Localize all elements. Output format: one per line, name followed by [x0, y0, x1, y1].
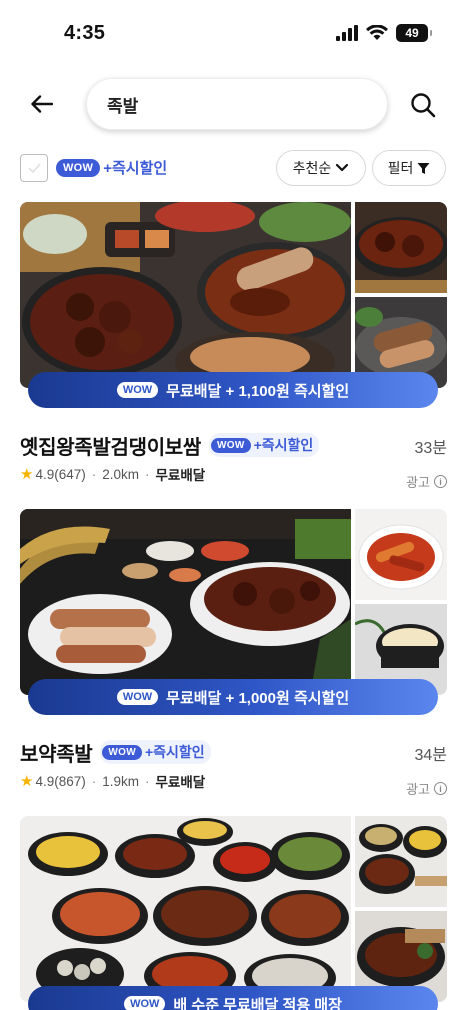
store-photo-main — [20, 202, 351, 388]
promo-banner: WOW 무료배달 + 1,100원 즉시할인 — [28, 372, 438, 408]
status-time: 4:35 — [64, 22, 106, 44]
promo-text: 무료배달 + 1,000원 즉시할인 — [166, 689, 350, 707]
separator-dot: · — [91, 466, 97, 482]
rating: 4.9 — [35, 773, 55, 789]
ad-label[interactable]: 광고 i — [406, 779, 447, 798]
filter-row: WOW +즉시할인 추천순 필터 — [0, 150, 466, 188]
promo-wow-badge: WOW — [116, 689, 159, 705]
delivery-fee: 무료배달 — [155, 468, 206, 483]
promo-wow-badge: WOW — [116, 382, 159, 398]
wow-discount-text: +즉시할인 — [103, 160, 168, 177]
signal-icon — [336, 25, 358, 41]
distance: 2.0km — [102, 466, 140, 482]
arrow-left-icon — [31, 95, 53, 113]
separator-dot: · — [145, 773, 150, 789]
wow-discount-filter-label[interactable]: WOW +즉시할인 — [56, 157, 167, 178]
battery-icon: 49 — [396, 24, 432, 42]
wow-badge: WOW — [56, 158, 101, 177]
wow-discount-text: +즉시할인 — [253, 437, 314, 453]
store-name-row: 보약족발 WOW +즉시할인 34분 — [20, 735, 447, 769]
sort-dropdown[interactable]: 추천순 — [276, 150, 366, 186]
delivery-fee: 무료배달 — [155, 775, 206, 790]
search-input[interactable]: 족발 — [86, 78, 388, 130]
store-meta-row: ★ 4.9 (647) · 2.0km · 무료배달 광고 i — [20, 462, 447, 490]
delivery-eta: 34분 — [414, 747, 447, 764]
food-photo — [355, 202, 447, 293]
wow-discount-checkbox[interactable] — [20, 154, 48, 182]
food-photo — [20, 509, 351, 695]
food-photo — [355, 509, 447, 600]
review-count: (867) — [54, 773, 86, 789]
store-photo-side — [355, 202, 447, 293]
ad-label[interactable]: 광고 i — [406, 472, 447, 491]
store-wow-discount: WOW +즉시할인 — [209, 433, 320, 457]
store-photo-side — [355, 509, 447, 600]
wow-badge: WOW — [102, 744, 142, 760]
chevron-down-icon — [336, 163, 349, 172]
search-query: 족발 — [107, 96, 139, 116]
store-name-row: 옛집왕족발검댕이보쌈 WOW +즉시할인 33분 — [20, 428, 447, 462]
food-photo — [20, 816, 351, 1002]
back-button[interactable] — [26, 90, 58, 118]
store-photo-main — [20, 509, 351, 695]
check-icon — [28, 163, 41, 174]
filter-button[interactable]: 필터 — [372, 150, 446, 186]
wow-discount-text: +즉시할인 — [144, 744, 205, 760]
filter-label: 필터 — [387, 160, 414, 176]
store-card[interactable]: WOW 무료배달 + 1,000원 즉시할인 보약족발 WOW +즉시할인 34… — [20, 509, 447, 797]
info-icon: i — [434, 782, 447, 795]
distance: 1.9km — [102, 773, 140, 789]
search-header: 족발 — [0, 76, 466, 132]
status-bar: 4:35 49 — [0, 0, 466, 64]
store-wow-discount: WOW +즉시할인 — [100, 740, 211, 764]
store-photo-side — [355, 816, 447, 907]
promo-text: 무료배달 + 1,100원 즉시할인 — [166, 382, 350, 400]
search-button[interactable] — [406, 88, 440, 122]
separator-dot: · — [91, 773, 97, 789]
store-name: 옛집왕족발검댕이보쌈 — [20, 436, 201, 459]
info-icon: i — [434, 475, 447, 488]
promo-banner: WOW 무료배달 + 1,000원 즉시할인 — [28, 679, 438, 715]
store-card[interactable]: WOW 무료배달 + 1,100원 즉시할인 옛집왕족발검댕이보쌈 WOW +즉… — [20, 202, 447, 490]
store-images: WOW 무료배달 + 1,000원 즉시할인 — [20, 509, 447, 719]
review-count: (647) — [54, 466, 86, 482]
store-meta-row: ★ 4.9 (867) · 1.9km · 무료배달 광고 i — [20, 769, 447, 797]
status-icons: 49 — [336, 24, 432, 42]
store-photo-main — [20, 816, 351, 1002]
store-images: WOW 배 수준 무료배달 적용 매장 — [20, 816, 447, 1010]
promo-banner: WOW 배 수준 무료배달 적용 매장 — [28, 986, 438, 1010]
rating: 4.9 — [35, 466, 55, 482]
ad-text: 광고 — [406, 782, 430, 797]
store-card[interactable]: WOW 배 수준 무료배달 적용 매장 — [20, 816, 447, 1010]
funnel-icon — [417, 162, 430, 174]
search-icon — [411, 93, 436, 118]
wow-badge: WOW — [211, 437, 251, 453]
star-icon: ★ — [20, 773, 34, 790]
star-icon: ★ — [20, 466, 34, 483]
separator-dot: · — [145, 466, 150, 482]
promo-text: 배 수준 무료배달 적용 매장 — [173, 996, 342, 1010]
ad-text: 광고 — [406, 475, 430, 490]
sort-label: 추천순 — [292, 160, 332, 176]
battery-level: 49 — [405, 26, 419, 40]
store-images: WOW 무료배달 + 1,100원 즉시할인 — [20, 202, 447, 412]
delivery-eta: 33분 — [414, 440, 447, 457]
wifi-icon — [366, 25, 388, 40]
promo-wow-badge: WOW — [124, 996, 166, 1010]
store-name: 보약족발 — [20, 743, 93, 766]
food-photo — [20, 202, 351, 388]
food-photo — [355, 816, 447, 907]
